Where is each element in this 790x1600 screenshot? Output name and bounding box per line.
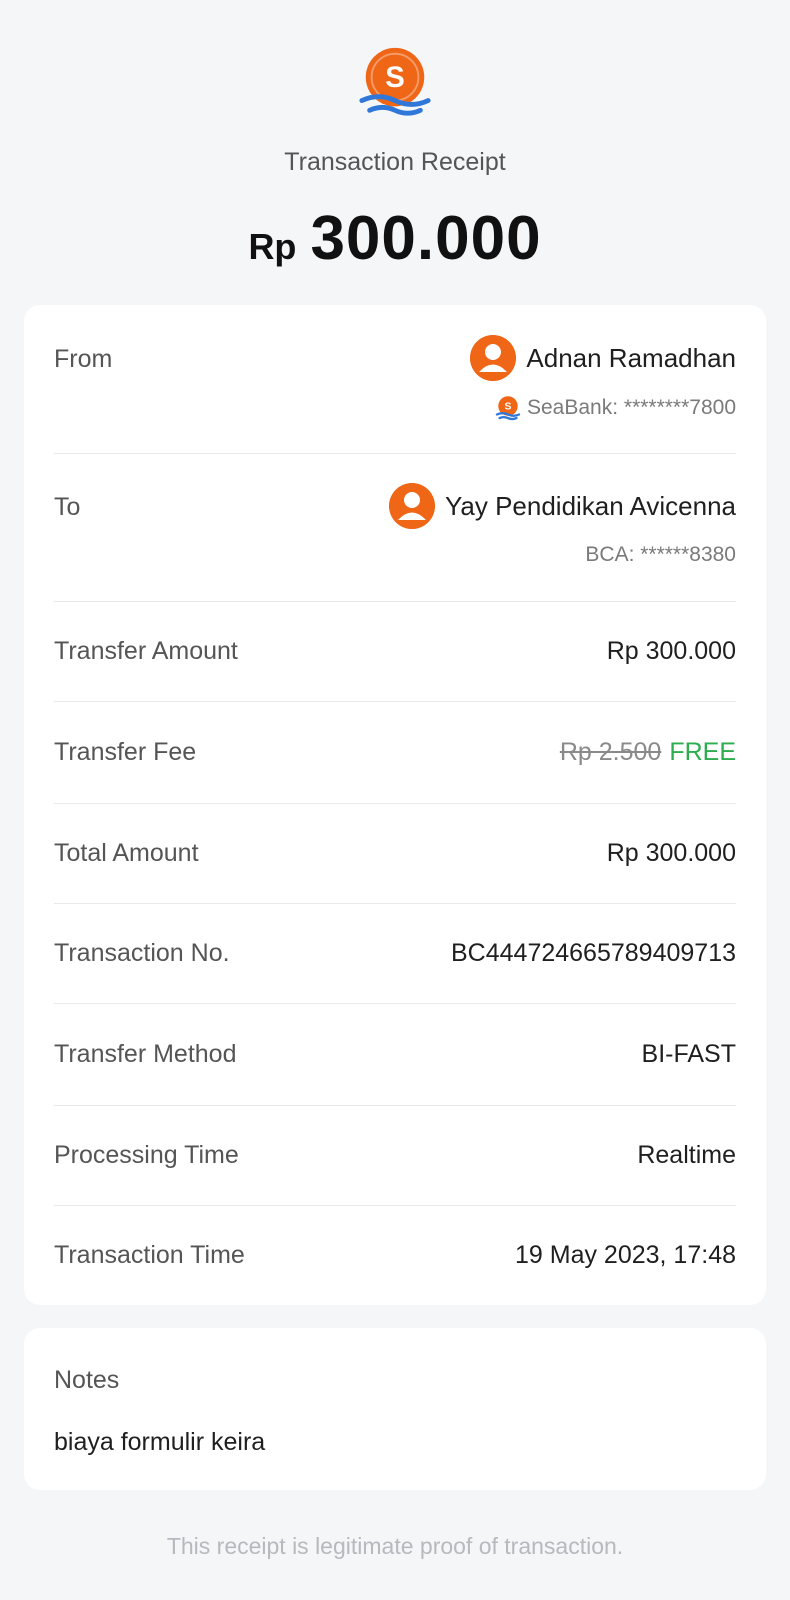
receipt-disclaimer: This receipt is legitimate proof of tran… bbox=[166, 1533, 624, 1559]
processing-time-value: Realtime bbox=[637, 1140, 736, 1169]
page-title: Transaction Receipt bbox=[284, 148, 506, 176]
to-label: To bbox=[54, 493, 81, 521]
original-fee: Rp 2.500 bbox=[559, 737, 662, 766]
transfer-method-row: Transfer Method BI-FAST bbox=[54, 1003, 736, 1106]
receipt-amount: Rp 300.000 bbox=[0, 203, 790, 274]
transfer-fee-row: Transfer Fee Rp 2.500 FREE bbox=[54, 701, 736, 804]
transfer-method-label: Transfer Method bbox=[54, 1039, 237, 1068]
user-avatar-icon bbox=[388, 483, 435, 529]
currency-label: Rp bbox=[248, 226, 297, 267]
notes-card: Notes biaya formulir keira bbox=[24, 1328, 766, 1490]
recipient-name: Yay Pendidikan Avicenna bbox=[444, 490, 736, 521]
transaction-details-card: From Adnan Ramadhan S SeaBank: ********7… bbox=[24, 305, 766, 1305]
transfer-amount-value: Rp 300.000 bbox=[606, 636, 736, 665]
transaction-time-row: Transaction Time 19 May 2023, 17:48 bbox=[54, 1205, 736, 1305]
receipt-header: S Transaction Receipt Rp 300.000 bbox=[0, 0, 790, 274]
svg-text:S: S bbox=[385, 62, 405, 94]
free-badge: FREE bbox=[669, 737, 736, 766]
seabank-logo-icon: S bbox=[495, 396, 521, 421]
seabank-logo-icon: S bbox=[359, 47, 431, 116]
total-amount-value: Rp 300.000 bbox=[606, 838, 736, 867]
processing-time-label: Processing Time bbox=[54, 1140, 239, 1169]
transaction-no-label: Transaction No. bbox=[54, 938, 230, 967]
total-amount-row: Total Amount Rp 300.000 bbox=[54, 803, 736, 904]
transfer-method-value: BI-FAST bbox=[641, 1039, 736, 1068]
notes-label: Notes bbox=[54, 1366, 120, 1394]
total-amount-label: Total Amount bbox=[54, 838, 199, 867]
transaction-no-value: BC444724665789409713 bbox=[451, 938, 736, 967]
sender-account: SeaBank: ********7800 bbox=[527, 396, 736, 419]
transfer-fee-value: Rp 2.500 FREE bbox=[560, 738, 736, 767]
user-avatar-icon bbox=[470, 335, 517, 381]
from-label: From bbox=[54, 345, 113, 373]
amount-value: 300.000 bbox=[310, 204, 542, 273]
processing-time-row: Processing Time Realtime bbox=[54, 1105, 736, 1206]
recipient-account: BCA: ******8380 bbox=[585, 543, 736, 566]
transfer-amount-label: Transfer Amount bbox=[54, 636, 238, 665]
transfer-fee-label: Transfer Fee bbox=[54, 737, 197, 766]
to-row: To Yay Pendidikan Avicenna BCA: ******83… bbox=[54, 453, 736, 602]
sender-name: Adnan Ramadhan bbox=[526, 342, 736, 373]
transaction-time-label: Transaction Time bbox=[54, 1240, 245, 1269]
svg-text:S: S bbox=[505, 402, 512, 413]
notes-text: biaya formulir keira bbox=[54, 1428, 266, 1456]
transaction-no-row: Transaction No. BC444724665789409713 bbox=[54, 903, 736, 1004]
transaction-time-value: 19 May 2023, 17:48 bbox=[515, 1240, 736, 1269]
from-row: From Adnan Ramadhan S SeaBank: ********7… bbox=[54, 305, 736, 454]
transfer-amount-row: Transfer Amount Rp 300.000 bbox=[54, 601, 736, 702]
